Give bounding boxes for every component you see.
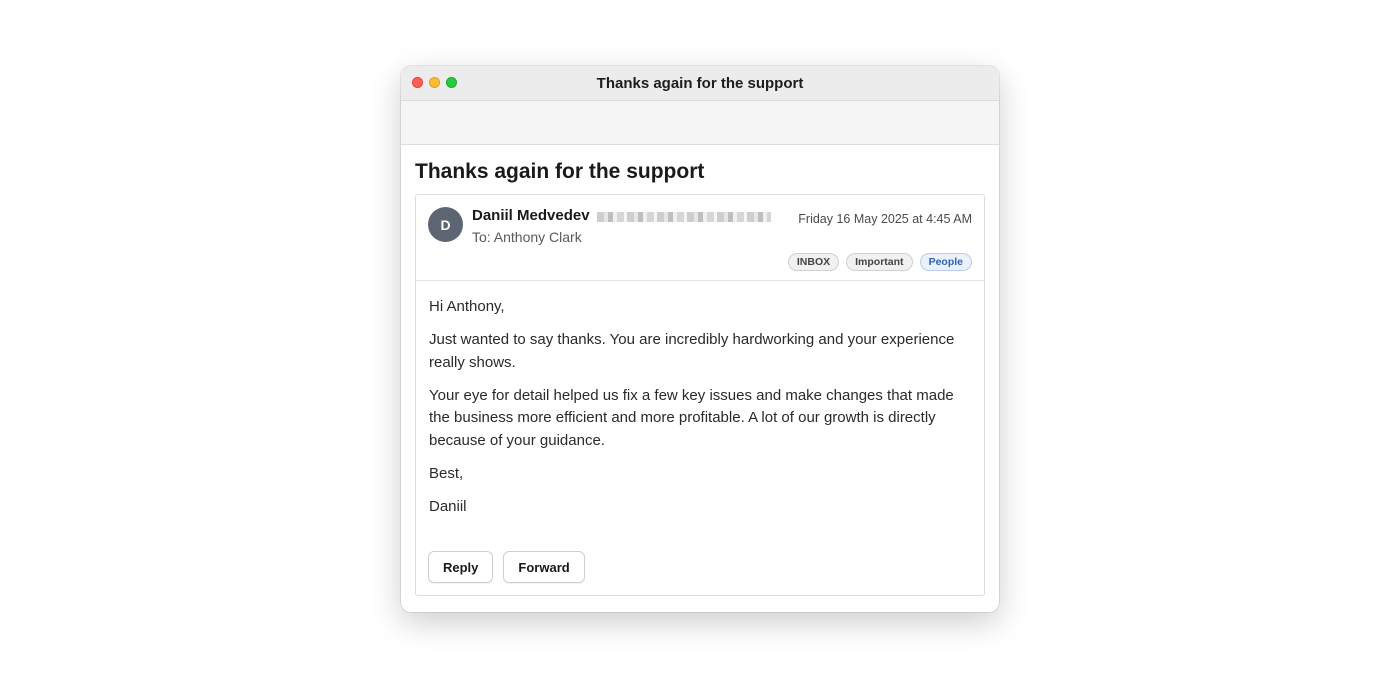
- avatar: D: [428, 207, 463, 242]
- message-header: D Daniil Medvedev To: Anthony Clark Frid…: [416, 195, 984, 281]
- email-subject: Thanks again for the support: [415, 160, 705, 183]
- body-paragraph: Hi Anthony,: [429, 298, 505, 315]
- toolbar: [401, 101, 999, 145]
- reply-button[interactable]: Reply: [428, 551, 494, 583]
- window-title: Thanks again for the support: [596, 74, 804, 92]
- body-paragraph: Your eye for detail helped us fix a few …: [429, 386, 954, 449]
- tag-inbox[interactable]: INBOX: [787, 253, 840, 271]
- body-paragraph: Just wanted to say thanks. You are incre…: [429, 331, 955, 371]
- message-content: Thanks again for the support D Daniil Me…: [401, 145, 999, 596]
- message-date: Friday 16 May 2025 at 4:45 AM: [798, 212, 972, 226]
- body-paragraph: Daniil: [429, 497, 467, 515]
- tag-people[interactable]: People: [919, 253, 972, 271]
- title-bar: Thanks again for the support: [401, 66, 999, 101]
- tag-important[interactable]: Important: [846, 253, 913, 271]
- forward-button[interactable]: Forward: [503, 551, 585, 583]
- window-controls: [412, 77, 457, 88]
- redacted-email-address: [596, 211, 771, 222]
- mail-window: Thanks again for the support Thanks agai…: [401, 66, 999, 612]
- message-body: Hi Anthony, Just wanted to say thanks. Y…: [416, 281, 984, 518]
- recipient: To: Anthony Clark: [472, 229, 582, 245]
- message-card: D Daniil Medvedev To: Anthony Clark Frid…: [415, 194, 985, 596]
- maximize-window-button[interactable]: [446, 77, 457, 88]
- minimize-window-button[interactable]: [429, 77, 440, 88]
- sender-line: Daniil Medvedev: [472, 207, 771, 224]
- sender-name: Daniil Medvedev: [472, 207, 590, 224]
- tag-list: INBOX Important People: [787, 253, 972, 271]
- body-paragraph: Best,: [429, 464, 464, 482]
- close-window-button[interactable]: [412, 77, 423, 88]
- message-actions: Reply Forward: [428, 551, 585, 583]
